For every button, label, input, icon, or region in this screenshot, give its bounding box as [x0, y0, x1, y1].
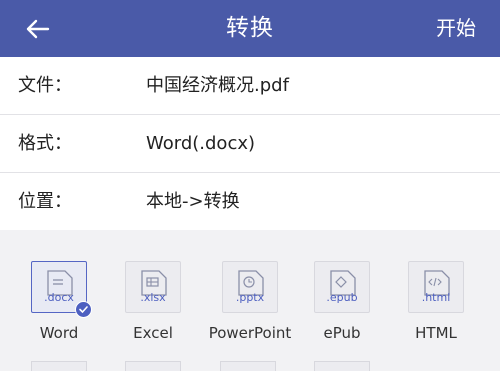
location-row[interactable]: 位置： 本地->转换 — [0, 173, 500, 230]
location-value: 本地->转换 — [146, 191, 240, 212]
file-row[interactable]: 文件： 中国经济概况.pdf — [0, 57, 500, 115]
format-name: PowerPoint — [208, 324, 292, 342]
format-extension: .pptx — [235, 291, 265, 304]
format-option-html[interactable]: .html HTML — [389, 261, 483, 342]
file-value: 中国经济概况.pdf — [146, 75, 289, 96]
format-option-word[interactable]: .docx Word — [12, 261, 106, 342]
format-grid: .docx Word .xlsx Excel .pptx PowerPoint … — [0, 231, 500, 371]
format-tile[interactable]: .epub — [314, 261, 370, 313]
format-extension: .epub — [326, 291, 358, 304]
format-option-powerpoint[interactable]: .pptx PowerPoint — [203, 261, 297, 342]
format-option-excel[interactable]: .xlsx Excel — [106, 261, 200, 342]
format-value: Word(.docx) — [146, 133, 256, 154]
format-tile[interactable]: .xlsx — [125, 261, 181, 313]
settings-list: 文件： 中国经济概况.pdf 格式： Word(.docx) 位置： 本地->转… — [0, 57, 500, 230]
format-name: HTML — [415, 324, 457, 342]
format-extension: .html — [421, 291, 451, 304]
format-tile-partial[interactable] — [220, 361, 276, 371]
format-option-epub[interactable]: .epub ePub — [295, 261, 389, 342]
format-tile-partial[interactable] — [31, 361, 87, 371]
format-tile[interactable]: .pptx — [222, 261, 278, 313]
selected-check-icon — [75, 301, 92, 318]
location-label: 位置： — [18, 191, 72, 212]
page-title: 转换 — [226, 15, 274, 41]
format-name: ePub — [323, 324, 361, 342]
format-name: Word — [39, 324, 79, 342]
top-bar: 转换 开始 — [0, 0, 500, 57]
format-extension: .xlsx — [140, 291, 166, 304]
format-row[interactable]: 格式： Word(.docx) — [0, 115, 500, 173]
format-name: Excel — [133, 324, 173, 342]
file-label: 文件： — [18, 75, 72, 96]
start-button[interactable]: 开始 — [436, 0, 476, 57]
format-tile[interactable]: .docx — [31, 261, 92, 318]
format-tile-partial[interactable] — [125, 361, 181, 371]
format-tile[interactable]: .html — [408, 261, 464, 313]
format-label: 格式： — [18, 133, 72, 154]
format-tile-partial[interactable] — [314, 361, 370, 371]
